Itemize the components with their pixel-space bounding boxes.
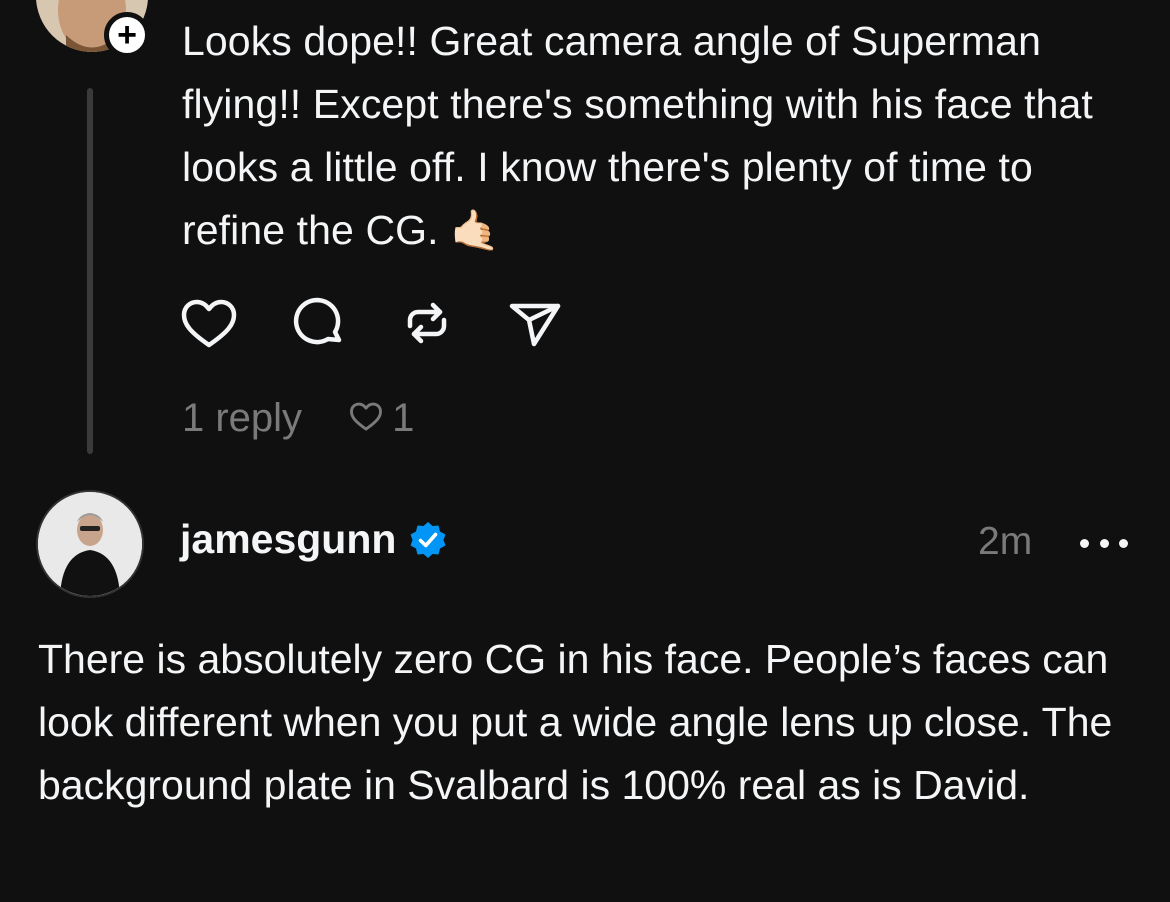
call-me-hand-emoji: 🤙🏻 bbox=[450, 209, 501, 253]
reply-count[interactable]: 1 reply bbox=[182, 396, 302, 441]
reply-text: There is absolutely zero CG in his face.… bbox=[38, 636, 1113, 808]
timestamp: 2m bbox=[978, 520, 1033, 563]
avatar-jamesgunn[interactable] bbox=[36, 490, 144, 598]
comment-icon[interactable] bbox=[288, 292, 350, 354]
username-text[interactable]: jamesgunn bbox=[180, 516, 396, 563]
like-count[interactable]: 1 bbox=[392, 396, 414, 441]
post-body: Looks dope!! Great camera angle of Super… bbox=[182, 18, 1093, 253]
repost-icon[interactable] bbox=[396, 292, 458, 354]
like-count-heart-icon bbox=[350, 402, 383, 431]
username[interactable]: jamesgunn bbox=[180, 516, 448, 563]
heart-icon[interactable] bbox=[178, 292, 240, 354]
post-stats: 1 reply 1 bbox=[182, 392, 414, 444]
share-icon[interactable] bbox=[504, 292, 566, 354]
post-text: Looks dope!! Great camera angle of Super… bbox=[182, 10, 1102, 263]
follow-button[interactable]: + bbox=[104, 12, 150, 58]
verified-badge-icon bbox=[410, 521, 446, 558]
more-options-icon[interactable] bbox=[1080, 528, 1128, 558]
thread-line bbox=[87, 88, 93, 454]
